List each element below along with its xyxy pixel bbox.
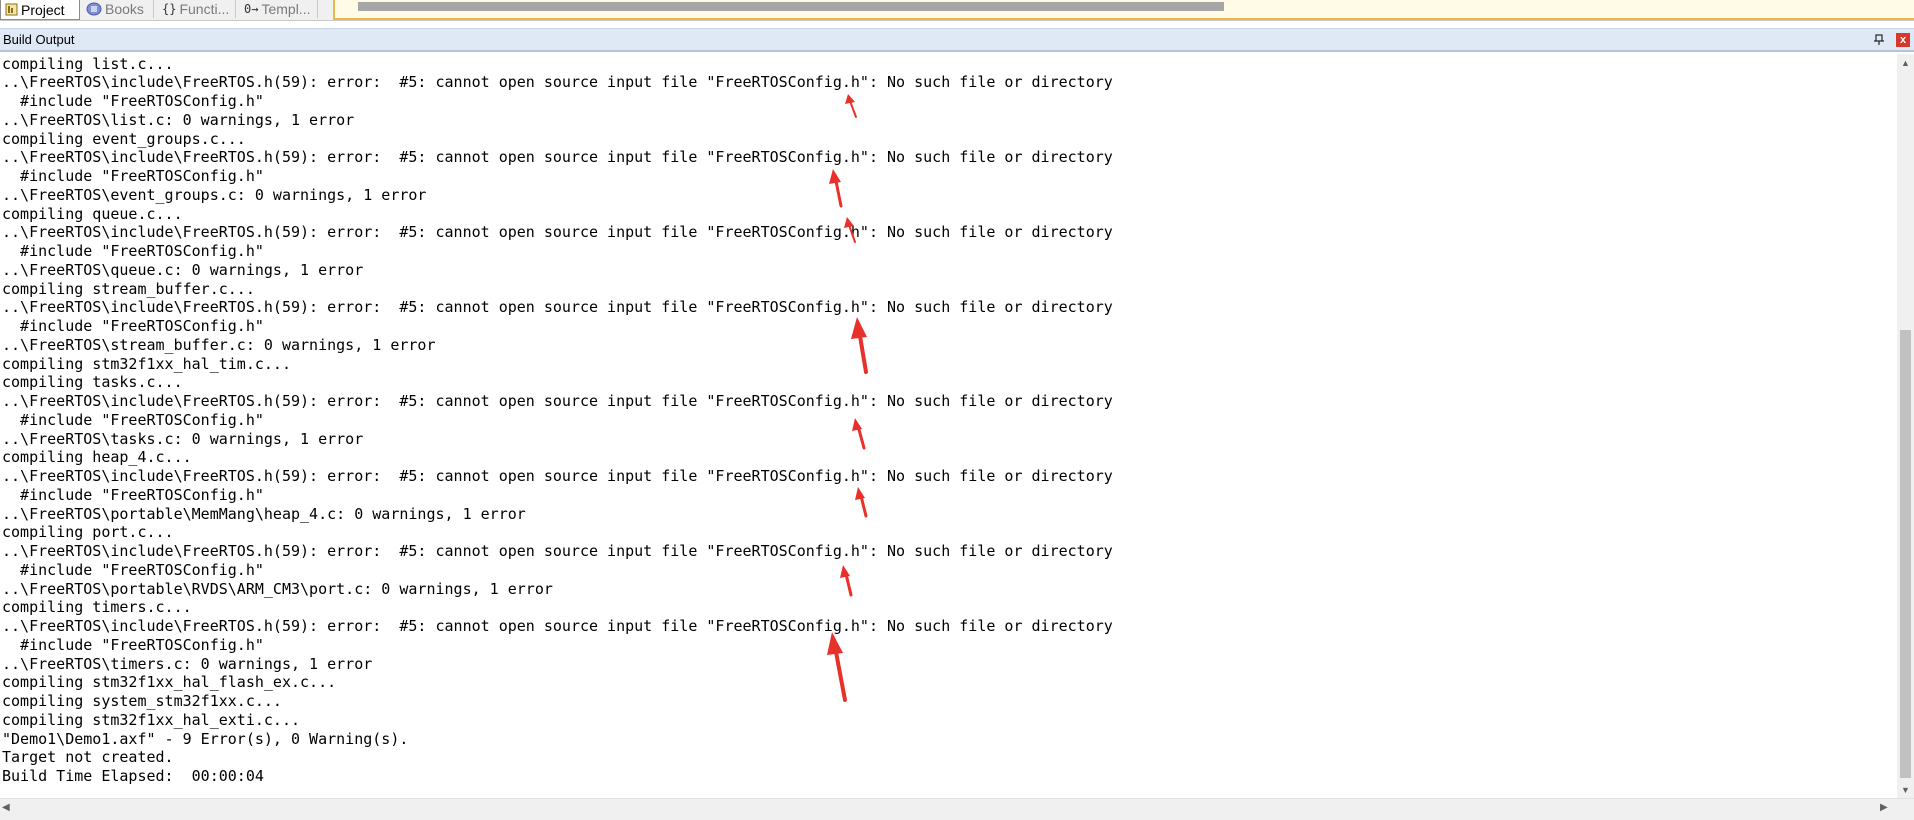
output-line: #include "FreeRTOSConfig.h" — [2, 560, 264, 579]
output-line: compiling event_groups.c... — [2, 129, 246, 148]
output-line: #include "FreeRTOSConfig.h" — [2, 317, 264, 335]
close-icon[interactable]: x — [1896, 33, 1910, 47]
tab-functions[interactable]: {} Functi... — [158, 0, 236, 18]
output-line: compiling heap_4.c... — [2, 448, 192, 467]
books-icon — [86, 2, 102, 16]
tab-templates-label: Templ... — [261, 1, 311, 17]
output-line: compiling stm32f1xx_hal_tim.c... — [2, 354, 291, 373]
build-output-text[interactable]: compiling list.c... ..\FreeRTOS\include\F… — [0, 54, 1894, 798]
annotation-arrow — [851, 317, 868, 374]
functions-icon: {} — [162, 2, 177, 16]
output-line: ..\FreeRTOS\timers.c: 0 warnings, 1 erro… — [2, 654, 373, 673]
output-line: ..\FreeRTOS\include\FreeRTOS.h(59): erro… — [2, 148, 1113, 167]
editor-horizontal-scrollbar-thumb[interactable] — [358, 2, 1224, 11]
output-line: #include "FreeRTOSConfig.h" — [2, 92, 264, 110]
panel-title: Build Output — [3, 32, 75, 47]
scroll-down-arrow-icon[interactable]: ▼ — [1897, 781, 1914, 798]
output-line: compiling port.c... — [2, 523, 174, 542]
project-icon — [5, 3, 18, 16]
build-output-header: Build Output x — [0, 28, 1914, 52]
output-line: ..\FreeRTOS\include\FreeRTOS.h(59): erro… — [2, 298, 1113, 317]
templates-icon: 0→ — [244, 2, 259, 16]
tab-templates[interactable]: 0→ Templ... — [240, 0, 318, 18]
output-line: #include "FreeRTOSConfig.h" — [2, 635, 264, 654]
annotation-arrow — [829, 169, 843, 208]
output-line: compiling system_stm32f1xx.c... — [2, 692, 282, 710]
output-line: ..\FreeRTOS\include\FreeRTOS.h(59): erro… — [2, 542, 1113, 560]
scroll-left-arrow-icon[interactable]: ◀ — [2, 802, 10, 813]
output-line: compiling stream_buffer.c... — [2, 279, 255, 298]
tab-project-label: Project — [21, 1, 65, 18]
output-line: compiling timers.c... — [2, 598, 192, 617]
horizontal-scrollbar[interactable]: ◀ ▶ — [0, 798, 1914, 820]
output-line: ..\FreeRTOS\portable\MemMang\heap_4.c: 0… — [2, 504, 526, 523]
output-line: Target not created. — [2, 748, 174, 767]
annotation-arrow — [840, 565, 853, 597]
annotation-arrow — [845, 94, 857, 118]
output-line: ..\FreeRTOS\include\FreeRTOS.h(59): erro… — [2, 392, 1113, 410]
output-line: ..\FreeRTOS\tasks.c: 0 warnings, 1 error — [2, 429, 364, 448]
pin-icon[interactable] — [1872, 33, 1886, 47]
output-line: Build Time Elapsed: 00:00:04 — [2, 767, 264, 785]
output-line: ..\FreeRTOS\stream_buffer.c: 0 warnings,… — [2, 335, 436, 354]
scroll-up-arrow-icon[interactable]: ▲ — [1897, 54, 1914, 71]
tab-books-label: Books — [105, 1, 144, 17]
output-line: compiling stm32f1xx_hal_flash_ex.c... — [2, 673, 337, 692]
annotation-arrow — [852, 418, 866, 450]
tab-books[interactable]: Books — [82, 0, 154, 18]
output-line: ..\FreeRTOS\include\FreeRTOS.h(59): erro… — [2, 467, 1113, 485]
output-line: #include "FreeRTOSConfig.h" — [2, 242, 264, 260]
output-line: #include "FreeRTOSConfig.h" — [2, 410, 264, 429]
output-line: compiling queue.c... — [2, 204, 183, 223]
output-line: "Demo1\Demo1.axf" - 9 Error(s), 0 Warnin… — [2, 729, 409, 748]
output-line: compiling stm32f1xx_hal_exti.c... — [2, 710, 301, 729]
output-line: ..\FreeRTOS\list.c: 0 warnings, 1 error — [2, 110, 355, 129]
scroll-right-arrow-icon[interactable]: ▶ — [1880, 802, 1888, 813]
output-line: ..\FreeRTOS\include\FreeRTOS.h(59): erro… — [2, 223, 1113, 242]
tab-functions-label: Functi... — [179, 1, 230, 17]
vertical-scrollbar-thumb[interactable] — [1900, 330, 1911, 778]
output-line: ..\FreeRTOS\portable\RVDS\ARM_CM3\port.c… — [2, 579, 553, 598]
output-line: ..\FreeRTOS\include\FreeRTOS.h(59): erro… — [2, 73, 1113, 92]
annotation-arrow — [855, 487, 868, 518]
project-window-tabs: Project Books {} Functi... 0→ Templ... — [0, 0, 1914, 21]
output-line: #include "FreeRTOSConfig.h" — [2, 485, 264, 504]
annotation-arrow — [827, 632, 847, 702]
output-line: ..\FreeRTOS\event_groups.c: 0 warnings, … — [2, 185, 427, 204]
vertical-scrollbar[interactable]: ▲ ▼ — [1897, 54, 1914, 798]
output-line: #include "FreeRTOSConfig.h" — [2, 167, 264, 185]
output-line: compiling list.c... — [2, 54, 174, 73]
output-line: compiling tasks.c... — [2, 373, 183, 392]
output-line: ..\FreeRTOS\include\FreeRTOS.h(59): erro… — [2, 617, 1113, 635]
output-line: ..\FreeRTOS\queue.c: 0 warnings, 1 error — [2, 260, 364, 279]
tab-project[interactable]: Project — [0, 0, 80, 20]
